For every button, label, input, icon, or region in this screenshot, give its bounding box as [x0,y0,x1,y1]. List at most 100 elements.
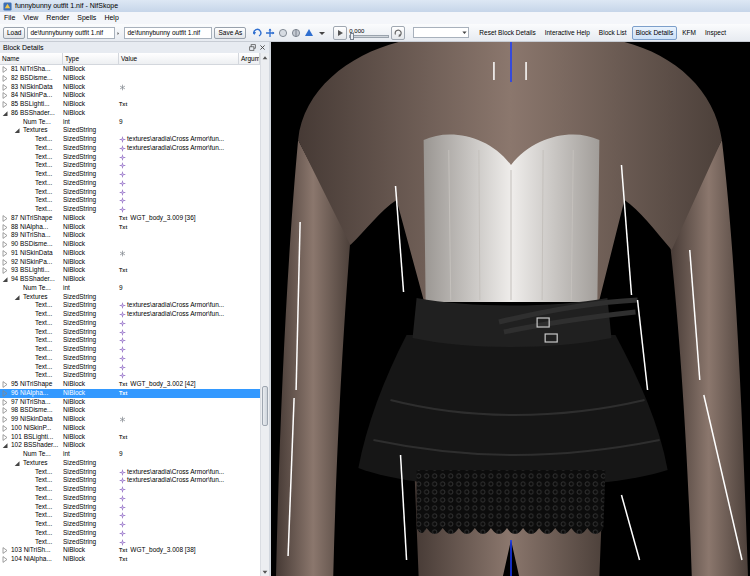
table-row[interactable]: Text...SizedString [0,336,260,345]
column-header[interactable]: Argum [239,53,260,64]
view-button[interactable]: Block List [595,26,631,40]
expand-arrow-icon[interactable] [2,223,11,231]
expand-arrow-icon[interactable] [14,459,23,467]
front-view-icon[interactable] [278,28,288,38]
table-row[interactable]: 103 NiTriSh...NiBlockTxtWGT_body_3.008 [… [0,546,260,555]
expand-arrow-icon[interactable] [14,293,23,301]
side-view-icon[interactable] [291,28,301,38]
expand-arrow-icon[interactable] [2,100,11,108]
expand-arrow-icon[interactable] [2,424,11,432]
table-row[interactable]: 81 NiTriSha...NiBlock [0,65,260,74]
table-row[interactable]: Text...SizedString [0,520,260,529]
expand-arrow-icon[interactable] [14,126,23,134]
table-row[interactable]: Text...SizedString [0,328,260,337]
table-row[interactable]: 93 BSLighti...NiBlockTxt [0,266,260,275]
table-row[interactable]: 104 NiAlpha...NiBlockTxt [0,555,260,564]
expand-arrow-icon[interactable] [2,266,11,274]
expand-arrow-icon[interactable] [2,258,11,266]
save-as-button[interactable]: Save As [214,27,246,39]
table-row[interactable]: Text...SizedString [0,363,260,372]
expand-arrow-icon[interactable] [2,65,11,73]
table-row[interactable]: Text...SizedString [0,511,260,520]
scroll-up-icon[interactable] [262,55,268,61]
time-track[interactable] [349,35,389,38]
table-row[interactable]: 88 NiAlpha...NiBlockTxt [0,223,260,232]
table-row[interactable]: Num Te...int9 [0,118,260,127]
table-row[interactable]: Text...SizedStringtextures\aradia\Cross … [0,310,260,319]
animation-dropdown[interactable] [413,27,469,38]
table-row[interactable]: 86 BSShader...NiBlock [0,109,260,118]
expand-arrow-icon[interactable] [2,546,11,554]
table-row[interactable]: 91 NiSkinDataNiBlock [0,249,260,258]
table-row[interactable]: Text...SizedString [0,503,260,512]
menu-item[interactable]: Render [42,12,73,24]
table-row[interactable]: 84 NiSkinPa...NiBlock [0,91,260,100]
table-row[interactable]: 90 BSDisme...NiBlock [0,240,260,249]
table-row[interactable]: Text...SizedString [0,371,260,380]
table-row[interactable]: Text...SizedStringtextures\aradia\Cross … [0,301,260,310]
render-viewport[interactable] [271,42,750,576]
table-row[interactable]: TexturesSizedString [0,126,260,135]
table-row[interactable]: 94 BSShader...NiBlock [0,275,260,284]
table-row[interactable]: Text...SizedString [0,345,260,354]
load-path-field[interactable]: de\funnybunny outfit 1.nif [27,27,115,39]
table-row[interactable]: Text...SizedString [0,205,260,214]
table-row[interactable]: 98 BSDisme...NiBlock [0,406,260,415]
table-row[interactable]: 100 NiSkinP...NiBlock [0,424,260,433]
table-row[interactable]: 87 NiTriShapeNiBlockTxtWGT_body_3.009 [3… [0,214,260,223]
table-row[interactable]: 102 BSShader...NiBlock [0,441,260,450]
expand-arrow-icon[interactable] [2,275,11,283]
table-row[interactable]: Text...SizedStringtextures\aradia\Cross … [0,468,260,477]
view-menu-icon[interactable] [317,28,327,38]
expand-arrow-icon[interactable] [2,555,11,563]
expand-arrow-icon[interactable] [2,433,11,441]
time-slider[interactable]: 0.000 [349,28,389,38]
load-button[interactable]: Load [3,27,25,39]
scroll-track[interactable] [261,62,269,567]
table-row[interactable]: Text...SizedString [0,494,260,503]
rotate-view-icon[interactable] [252,28,262,38]
expand-arrow-icon[interactable] [2,214,11,222]
expand-arrow-icon[interactable] [2,109,11,117]
table-row[interactable]: Text...SizedString [0,354,260,363]
save-path-field[interactable]: de\funnybunny outfit 1.nif [124,27,212,39]
table-row[interactable]: Text...SizedString [0,170,260,179]
table-row[interactable]: Text...SizedString [0,161,260,170]
table-row[interactable]: Text...SizedStringtextures\aradia\Cross … [0,144,260,153]
path-menu-icon[interactable] [117,28,122,38]
expand-arrow-icon[interactable] [2,415,11,423]
menu-item[interactable]: File [0,12,19,24]
table-row[interactable]: TexturesSizedString [0,293,260,302]
table-row[interactable]: Text...SizedStringtextures\aradia\Cross … [0,135,260,144]
table-row[interactable]: 96 NiAlpha...NiBlockTxt [0,389,260,398]
expand-arrow-icon[interactable] [2,231,11,239]
close-dock-icon[interactable] [259,44,266,51]
float-dock-icon[interactable] [249,44,256,51]
view-button[interactable]: Inspect [701,26,730,40]
table-row[interactable]: 101 BSLighti...NiBlockTxt [0,433,260,442]
table-row[interactable]: Text...SizedString [0,485,260,494]
scroll-down-icon[interactable] [262,569,268,575]
play-button[interactable] [333,26,347,40]
loop-button[interactable] [391,26,405,40]
table-row[interactable]: Text...SizedString [0,196,260,205]
scrollbar[interactable] [260,53,269,576]
expand-arrow-icon[interactable] [2,398,11,406]
table-row[interactable]: Text...SizedString [0,179,260,188]
table-row[interactable]: Text...SizedString [0,538,260,547]
view-button[interactable]: KFM [678,26,700,40]
table-row[interactable]: TexturesSizedString [0,459,260,468]
expand-arrow-icon[interactable] [2,406,11,414]
column-header[interactable]: Name [0,53,63,64]
view-button[interactable]: Block Details [632,26,678,40]
expand-arrow-icon[interactable] [2,249,11,257]
menu-item[interactable]: View [19,12,42,24]
expand-arrow-icon[interactable] [2,91,11,99]
table-row[interactable]: Text...SizedString [0,188,260,197]
table-row[interactable]: 99 NiSkinDataNiBlock [0,415,260,424]
expand-arrow-icon[interactable] [2,389,11,397]
table-row[interactable]: 82 BSDisme...NiBlock [0,74,260,83]
table-row[interactable]: 95 NiTriShapeNiBlockTxtWGT_body_3.002 [4… [0,380,260,389]
expand-arrow-icon[interactable] [2,441,11,449]
time-handle[interactable] [350,33,354,40]
